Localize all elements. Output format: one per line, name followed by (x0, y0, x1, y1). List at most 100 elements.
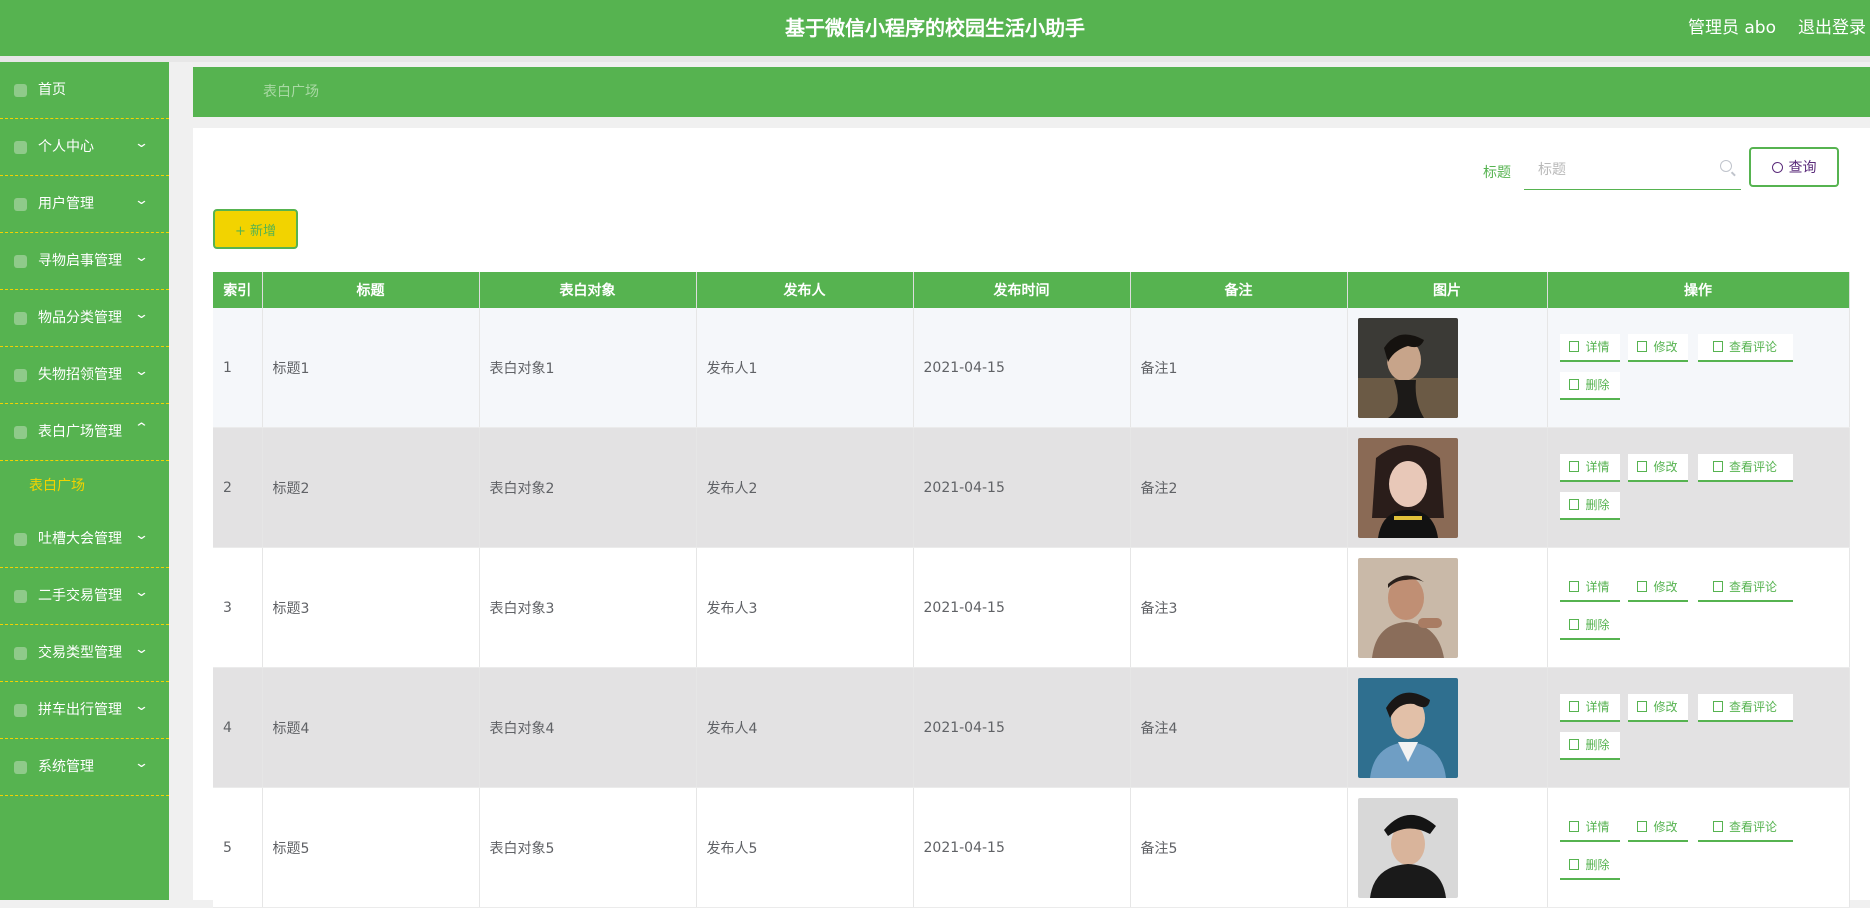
detail-button[interactable]: 详情 (1559, 453, 1620, 482)
view-comments-button-label: 查看评论 (1728, 700, 1777, 714)
chevron-down-icon: ⌄ (133, 528, 150, 543)
category-icon (14, 312, 27, 325)
view-comments-button[interactable]: 查看评论 (1697, 813, 1793, 842)
cell-index: 2 (213, 427, 263, 548)
cell-time: 2021-04-15 (913, 667, 1131, 788)
trash-icon (1569, 859, 1580, 870)
table-row: 2 标题2 表白对象2 发布人2 2021-04-15 备注2 详情 修改 查看… (213, 427, 1850, 548)
sidebar-item-carpool[interactable]: 拼车出行管理 ⌄ (0, 682, 169, 739)
cell-actions: 详情 修改 查看评论 删除 (1547, 308, 1850, 428)
cell-publisher: 发布人5 (696, 787, 914, 908)
view-comments-button-label: 查看评论 (1728, 580, 1777, 594)
detail-button-label: 详情 (1585, 820, 1610, 834)
admin-username: 管理员 abo (1687, 18, 1776, 38)
sidebar-menu: 首页 个人中心 ⌄ 用户管理 ⌄ 寻物启事管理 ⌄ 物品分类管理 ⌄ 失物招领管… (0, 62, 169, 900)
table-row: 5 标题5 表白对象5 发布人5 2021-04-15 备注5 详情 修改 查看… (213, 787, 1850, 908)
detail-button-label: 详情 (1585, 460, 1610, 474)
chart-icon (14, 533, 27, 546)
detail-button-label: 详情 (1585, 700, 1610, 714)
delete-button[interactable]: 删除 (1559, 491, 1620, 520)
chevron-down-icon: ⌄ (133, 193, 150, 208)
sidebar-item-label: 吐槽大会管理 (38, 531, 122, 547)
sidebar-item-label: 用户管理 (38, 196, 94, 212)
query-button[interactable]: 查询 (1749, 147, 1839, 187)
sidebar-item-label: 物品分类管理 (38, 310, 122, 326)
edit-icon (1637, 701, 1648, 712)
view-comments-button[interactable]: 查看评论 (1697, 333, 1793, 362)
trash-icon (1569, 379, 1580, 390)
table-row: 4 标题4 表白对象4 发布人4 2021-04-15 备注4 详情 修改 查看… (213, 667, 1850, 788)
cell-target: 表白对象3 (479, 547, 697, 668)
system-icon (14, 761, 27, 774)
delete-button[interactable]: 删除 (1559, 731, 1620, 760)
edit-button[interactable]: 修改 (1627, 453, 1688, 482)
sidebar-item-complaint[interactable]: 吐槽大会管理 ⌄ (0, 511, 169, 568)
search-notice-icon (14, 255, 27, 268)
sidebar-item-label: 寻物启事管理 (38, 253, 122, 269)
sidebar-item-category[interactable]: 物品分类管理 ⌄ (0, 290, 169, 347)
trade-icon (14, 590, 27, 603)
edit-icon (1637, 461, 1648, 472)
column-header-publisher: 发布人 (696, 272, 914, 308)
search-label: 标题 (1483, 165, 1511, 181)
sidebar-item-trade-type[interactable]: 交易类型管理 ⌄ (0, 625, 169, 682)
detail-button[interactable]: 详情 (1559, 813, 1620, 842)
delete-button-label: 删除 (1585, 858, 1610, 872)
cell-publisher: 发布人2 (696, 427, 914, 548)
detail-button[interactable]: 详情 (1559, 573, 1620, 602)
search-input[interactable] (1524, 150, 1741, 190)
delete-button[interactable]: 删除 (1559, 851, 1620, 880)
sidebar-item-home[interactable]: 首页 (0, 62, 169, 119)
sidebar-item-lost-found[interactable]: 失物招领管理 ⌄ (0, 347, 169, 404)
edit-button[interactable]: 修改 (1627, 693, 1688, 722)
cell-actions: 详情 修改 查看评论 删除 (1547, 667, 1850, 788)
cell-note: 备注5 (1130, 787, 1348, 908)
edit-button-label: 修改 (1653, 580, 1678, 594)
edit-icon (1712, 461, 1723, 472)
view-comments-button[interactable]: 查看评论 (1697, 573, 1793, 602)
sidebar-item-label: 首页 (38, 82, 66, 98)
square-icon (14, 426, 27, 439)
query-button-label: 查询 (1788, 160, 1817, 176)
table-row: 1 标题1 表白对象1 发布人1 2021-04-15 备注1 详情 修改 查看… (213, 308, 1850, 428)
view-comments-button[interactable]: 查看评论 (1697, 693, 1793, 722)
add-button[interactable]: + 新增 (213, 209, 298, 249)
cell-actions: 详情 修改 查看评论 删除 (1547, 547, 1850, 668)
edit-icon (1637, 341, 1648, 352)
edit-button[interactable]: 修改 (1627, 813, 1688, 842)
cell-index: 4 (213, 667, 263, 788)
chevron-up-icon: ⌃ (133, 421, 150, 436)
sidebar-item-second-hand[interactable]: 二手交易管理 ⌄ (0, 568, 169, 625)
edit-icon (1712, 821, 1723, 832)
detail-button[interactable]: 详情 (1559, 693, 1620, 722)
search-icon (1771, 162, 1783, 173)
cell-actions: 详情 修改 查看评论 删除 (1547, 427, 1850, 548)
breadcrumb[interactable]: 表白广场 (263, 67, 319, 117)
sidebar-subitem-confession-square[interactable]: 表白广场 (0, 461, 169, 511)
edit-button[interactable]: 修改 (1627, 333, 1688, 362)
sidebar-item-system[interactable]: 系统管理 ⌄ (0, 739, 169, 796)
delete-button-label: 删除 (1585, 378, 1610, 392)
chevron-down-icon: ⌄ (133, 756, 150, 771)
sidebar-item-confession-square[interactable]: 表白广场管理 ⌃ (0, 404, 169, 461)
cell-target: 表白对象5 (479, 787, 697, 908)
cell-note: 备注2 (1130, 427, 1348, 548)
edit-icon (1637, 581, 1648, 592)
detail-button[interactable]: 详情 (1559, 333, 1620, 362)
top-header: 基于微信小程序的校园生活小助手 管理员 abo 退出登录 (0, 0, 1870, 56)
sidebar-item-user-management[interactable]: 用户管理 ⌄ (0, 176, 169, 233)
delete-button[interactable]: 删除 (1559, 611, 1620, 640)
photo-thumbnail (1357, 677, 1458, 778)
sidebar-item-label: 二手交易管理 (38, 588, 122, 604)
column-header-time: 发布时间 (913, 272, 1131, 308)
edit-button-label: 修改 (1653, 820, 1678, 834)
sidebar-item-personal-center[interactable]: 个人中心 ⌄ (0, 119, 169, 176)
cell-note: 备注1 (1130, 308, 1348, 428)
edit-button[interactable]: 修改 (1627, 573, 1688, 602)
delete-button[interactable]: 删除 (1559, 371, 1620, 400)
sidebar-item-lost-notice[interactable]: 寻物启事管理 ⌄ (0, 233, 169, 290)
cell-publisher: 发布人1 (696, 308, 914, 428)
logout-link[interactable]: 退出登录 (1798, 0, 1866, 56)
view-comments-button[interactable]: 查看评论 (1697, 453, 1793, 482)
detail-button-label: 详情 (1585, 340, 1610, 354)
